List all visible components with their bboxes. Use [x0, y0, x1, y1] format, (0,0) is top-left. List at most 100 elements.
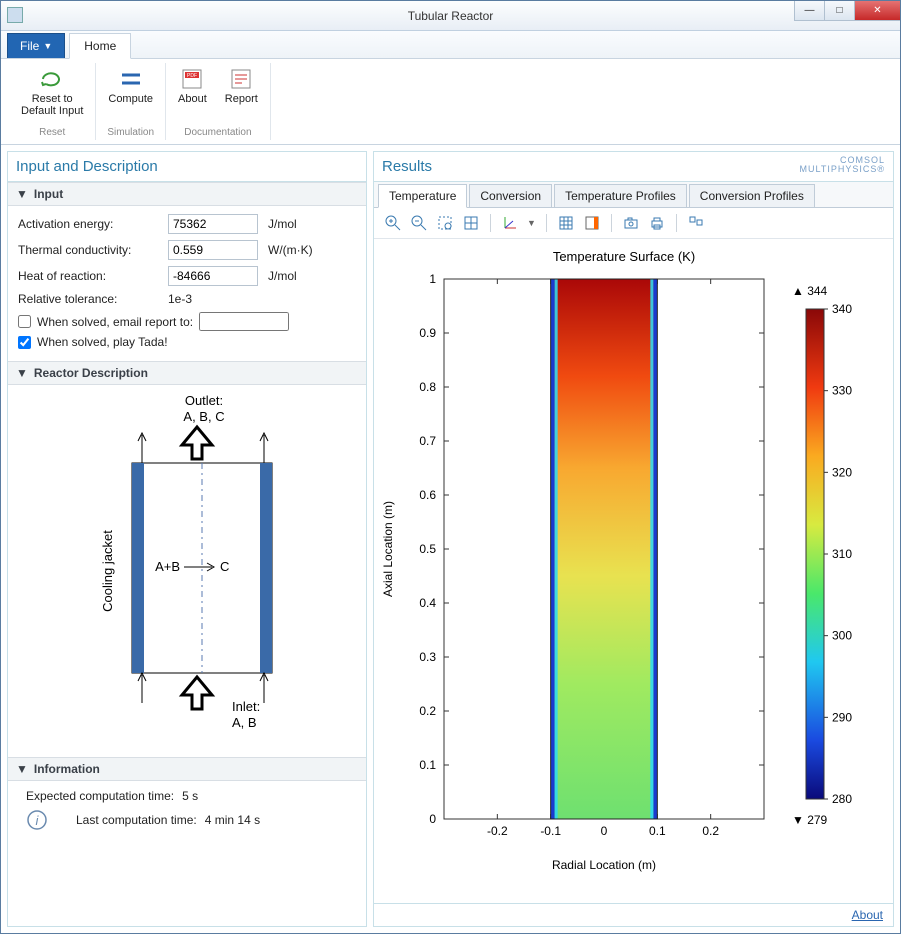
close-button[interactable]: ✕ [854, 1, 900, 21]
jacket-label: Cooling jacket [100, 530, 115, 612]
results-panel: COMSOLMULTIPHYSICS® Results Temperature … [373, 151, 894, 927]
x-axis-label: Radial Location (m) [552, 858, 656, 872]
compute-button[interactable]: Compute [106, 65, 155, 107]
reset-group-label: Reset [39, 127, 65, 138]
activation-unit: J/mol [268, 217, 297, 231]
axes-icon[interactable] [501, 214, 519, 232]
svg-text:340: 340 [832, 302, 852, 316]
tab-conversion[interactable]: Conversion [469, 184, 552, 207]
thermal-label: Thermal conductivity: [18, 243, 168, 257]
compute-label: Compute [108, 93, 153, 105]
report-icon [227, 67, 255, 91]
about-link[interactable]: About [852, 908, 883, 922]
svg-text:-0.2: -0.2 [487, 824, 508, 838]
dropdown-caret-icon[interactable]: ▼ [527, 218, 536, 228]
menubar: File ▼ Home [1, 31, 900, 59]
input-section-toggle[interactable]: ▼ Input [8, 182, 366, 206]
activation-input[interactable] [168, 214, 258, 234]
svg-text:0.7: 0.7 [419, 434, 436, 448]
tab-temperature-profiles[interactable]: Temperature Profiles [554, 184, 687, 207]
last-time-value: 4 min 14 s [205, 813, 260, 827]
svg-text:0.6: 0.6 [419, 488, 436, 502]
svg-text:0.8: 0.8 [419, 380, 436, 394]
info-section-label: Information [34, 762, 100, 776]
results-tabs: Temperature Conversion Temperature Profi… [374, 182, 893, 208]
svg-text:0.1: 0.1 [419, 758, 436, 772]
last-time-label: Last computation time: [76, 813, 197, 827]
collapse-icon: ▼ [16, 366, 28, 380]
reltol-label: Relative tolerance: [18, 292, 168, 306]
temperature-plot: Temperature Surface (K) Axial Location (… [374, 239, 874, 879]
thermal-input[interactable] [168, 240, 258, 260]
reset-to-default-button[interactable]: Reset to Default Input [19, 65, 85, 119]
maximize-button[interactable]: □ [824, 1, 854, 21]
email-label: When solved, email report to: [37, 315, 193, 329]
about-button[interactable]: PDF About [176, 65, 209, 107]
app-icon [7, 7, 23, 23]
file-menu-label: File [20, 39, 39, 53]
input-section-label: Input [34, 187, 63, 201]
print-icon[interactable] [648, 214, 666, 232]
home-tab[interactable]: Home [69, 33, 131, 59]
collapse-icon: ▼ [16, 762, 28, 776]
comsol-logo: COMSOLMULTIPHYSICS® [800, 156, 885, 174]
zoom-out-icon[interactable] [410, 214, 428, 232]
inlet-label-1: Inlet: [232, 699, 260, 714]
inlet-label-2: A, B [232, 715, 257, 730]
reset-label-1: Reset to [32, 93, 73, 105]
svg-text:0: 0 [429, 812, 436, 826]
svg-text:PDF: PDF [187, 73, 197, 79]
minimize-button[interactable]: — [794, 1, 824, 21]
y-axis-label: Axial Location (m) [381, 501, 395, 597]
range-max: ▲ 344 [792, 284, 828, 298]
svg-text:310: 310 [832, 547, 852, 561]
input-panel-title: Input and Description [8, 152, 366, 182]
svg-text:1: 1 [429, 272, 436, 286]
info-section-toggle[interactable]: ▼ Information [8, 757, 366, 781]
thermal-unit: W/(m·K) [268, 243, 313, 257]
reaction-rhs: C [220, 559, 229, 574]
legend-icon[interactable] [583, 214, 601, 232]
grid-icon[interactable] [557, 214, 575, 232]
tab-temperature[interactable]: Temperature [378, 184, 467, 208]
activation-label: Activation energy: [18, 217, 168, 231]
expected-time-label: Expected computation time: [26, 789, 174, 803]
chart-title: Temperature Surface (K) [553, 249, 695, 264]
svg-text:i: i [36, 813, 40, 828]
email-input[interactable] [199, 312, 289, 331]
svg-text:0.2: 0.2 [419, 704, 436, 718]
reactor-section-toggle[interactable]: ▼ Reactor Description [8, 361, 366, 385]
email-checkbox[interactable] [18, 315, 31, 328]
tada-checkbox[interactable] [18, 336, 31, 349]
svg-text:0: 0 [601, 824, 608, 838]
tab-conversion-profiles[interactable]: Conversion Profiles [689, 184, 815, 207]
svg-text:330: 330 [832, 384, 852, 398]
select-icon[interactable] [687, 214, 705, 232]
snapshot-icon[interactable] [622, 214, 640, 232]
zoom-box-icon[interactable] [436, 214, 454, 232]
heat-input[interactable] [168, 266, 258, 286]
svg-text:0.1: 0.1 [649, 824, 666, 838]
pdf-icon: PDF [178, 67, 206, 91]
outlet-label-1: Outlet: [185, 393, 223, 408]
report-button[interactable]: Report [223, 65, 260, 107]
heat-label: Heat of reaction: [18, 269, 168, 283]
plot-toolbar: ▼ [374, 208, 893, 239]
titlebar: Tubular Reactor — □ ✕ [1, 1, 900, 31]
svg-text:280: 280 [832, 792, 852, 806]
zoom-extents-icon[interactable] [462, 214, 480, 232]
report-label: Report [225, 93, 258, 105]
tada-label: When solved, play Tada! [37, 335, 168, 349]
zoom-in-icon[interactable] [384, 214, 402, 232]
svg-text:0.3: 0.3 [419, 650, 436, 664]
file-menu[interactable]: File ▼ [7, 33, 65, 58]
reset-icon [38, 67, 66, 91]
svg-text:-0.1: -0.1 [540, 824, 561, 838]
dropdown-caret-icon: ▼ [43, 41, 52, 51]
simulation-group-label: Simulation [107, 127, 154, 138]
info-icon: i [26, 809, 48, 831]
heat-unit: J/mol [268, 269, 297, 283]
outlet-label-2: A, B, C [183, 409, 224, 424]
window-title: Tubular Reactor [408, 9, 494, 23]
collapse-icon: ▼ [16, 187, 28, 201]
